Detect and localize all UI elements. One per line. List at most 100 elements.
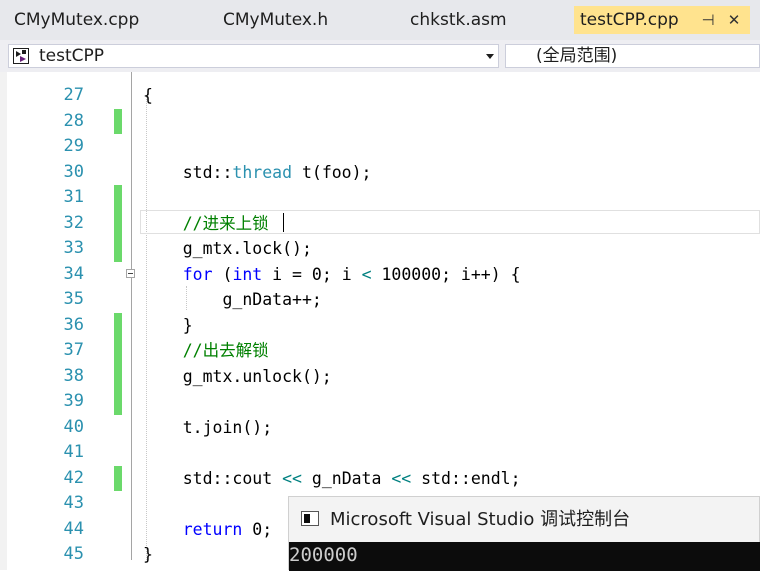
code-text: t.join(); [143,415,272,441]
code-token: std::cout [143,468,283,488]
code-text: g_nData++; [143,287,322,313]
code-line: 30 std::thread t(foo); [0,160,760,186]
code-token: g_nData++; [143,290,322,309]
code-line: 42 std::cout << g_nData << std::endl; [0,465,760,492]
change-marker [114,465,122,491]
console-icon [301,511,319,526]
code-token: < [361,264,372,284]
change-marker [114,389,122,415]
debug-console-window[interactable]: Microsoft Visual Studio 调试控制台 200000 [288,496,760,571]
tab-chkstk-asm[interactable]: chkstk.asm [410,6,507,34]
code-line: 33 g_mtx.lock(); [0,236,760,262]
code-token: t.join(); [143,417,273,437]
code-token: g_nData [301,468,392,488]
line-number: 34 [63,263,84,284]
code-text: return 0; [143,517,272,543]
tab-testcpp-cpp-label: testCPP.cpp [580,10,679,30]
line-number: 39 [63,391,84,411]
change-marker [114,338,122,364]
code-line: 32 //进来上锁 [0,210,760,237]
code-line: 35 g_nData++; [0,287,760,313]
code-token: //出去解锁 [143,341,269,360]
code-token: i = 0; i [262,264,362,284]
line-number: 32 [63,212,84,233]
code-text: g_mtx.unlock(); [143,364,332,390]
scope-dropdown[interactable]: (全局范围) [505,44,760,68]
code-line: 41 [0,440,760,466]
code-token: t(foo); [292,162,372,182]
line-number: 37 [63,340,84,360]
code-line: 36 } [0,312,760,339]
code-token: } [143,315,193,335]
line-number: 30 [63,161,84,182]
code-text: } [143,313,193,339]
code-text: for (int i = 0; i < 100000; i++) { [143,262,521,288]
code-token: << [282,468,302,488]
tab-cmymutex-h[interactable]: CMyMutex.h [223,6,328,34]
code-text: //进来上锁 [143,211,269,237]
chevron-down-icon [486,54,494,59]
code-text: g_mtx.lock(); [143,236,312,262]
code-token: 0; [242,519,273,539]
code-token: { [143,86,153,105]
code-line: 40 t.join(); [0,415,760,441]
code-text: //出去解锁 [143,338,269,364]
code-text: } [143,542,153,568]
change-marker [114,185,122,211]
code-text: std::thread t(foo); [143,160,372,186]
code-token: g_mtx.unlock(); [143,366,332,386]
line-number: 28 [63,110,84,131]
code-token: std:: [143,162,233,182]
scope-dropdown-value: (全局范围) [536,46,618,66]
close-icon[interactable]: ✕ [724,6,744,34]
console-output: 200000 [289,542,760,571]
console-title-bar[interactable]: Microsoft Visual Studio 调试控制台 [289,497,760,542]
project-dropdown[interactable]: testCPP [8,44,499,68]
line-number: 29 [63,136,84,156]
code-token: std::endl; [411,468,521,488]
line-number: 42 [63,467,84,488]
code-line: 31 [0,185,760,211]
code-token: 100000; i++) { [371,264,521,284]
line-number: 45 [63,544,84,564]
line-number: 36 [63,314,84,335]
tab-testcpp-cpp[interactable]: testCPP.cpp ⊣ ✕ [574,6,750,34]
code-token: //进来上锁 [143,213,269,233]
text-caret [283,213,284,232]
code-line: 34 for (int i = 0; i < 100000; i++) { [0,262,760,288]
code-text: { [143,83,153,109]
code-text: std::cout << g_nData << std::endl; [143,466,521,492]
code-line: 37 //出去解锁 [0,338,760,364]
navigation-bar: testCPP (全局范围) [0,40,760,73]
code-line: 28 [0,108,760,134]
tab-cmymutex-cpp[interactable]: CMyMutex.cpp [14,6,139,34]
code-token: ( [212,264,233,284]
code-line: 27 { [0,83,760,109]
line-number: 27 [63,85,84,105]
change-marker [114,236,122,262]
line-number: 41 [63,442,84,462]
document-tab-bar: CMyMutex.cpp CMyMutex.h chkstk.asm testC… [0,0,760,40]
code-token: return [182,519,243,539]
line-number: 38 [63,365,84,386]
line-number: 43 [63,493,84,513]
code-token: thread [232,162,293,182]
project-dropdown-value: testCPP [39,46,105,66]
code-token: g_mtx.lock(); [143,239,312,258]
line-number: 33 [63,238,84,258]
pin-icon[interactable]: ⊣ [698,6,718,34]
console-title: Microsoft Visual Studio 调试控制台 [330,509,631,530]
line-number: 44 [63,518,84,539]
code-token: } [143,545,153,564]
code-line: 38 g_mtx.unlock(); [0,363,760,390]
change-marker [114,312,122,338]
change-marker [114,210,122,236]
line-number: 40 [63,416,84,437]
code-token: for [182,264,213,284]
change-marker [114,108,122,134]
code-token: << [391,468,412,488]
line-number: 35 [63,289,84,309]
change-marker [114,363,122,389]
